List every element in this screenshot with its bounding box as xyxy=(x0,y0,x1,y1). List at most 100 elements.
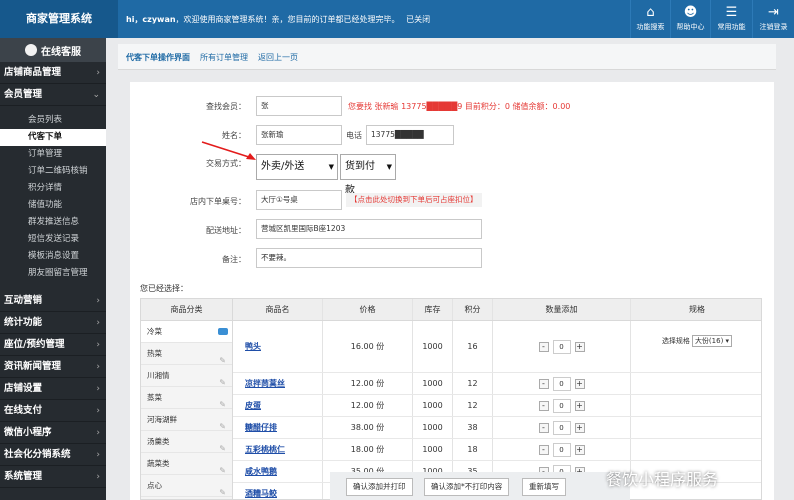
stock-cell: 1000 xyxy=(413,321,453,372)
common-functions-button[interactable]: ☰ 常用功能 xyxy=(710,0,752,38)
logout-button[interactable]: ⇥ 注销登录 xyxy=(752,0,794,38)
category-label: 河海湖鲜 xyxy=(147,415,177,424)
category-item[interactable]: 蒸菜 ✎ xyxy=(141,387,232,409)
close-link[interactable]: 已关闭 xyxy=(406,15,430,24)
chevron-right-icon: › xyxy=(96,318,100,328)
qty-cell: -0+ xyxy=(493,395,631,416)
sidebar-group-stats[interactable]: 统计功能 › xyxy=(0,312,106,334)
sidebar-item-points[interactable]: 积分详情 xyxy=(0,180,106,197)
category-item[interactable]: 热菜 ✎ xyxy=(141,343,232,365)
spec-select[interactable]: 大份(16) ▾ xyxy=(691,335,733,347)
sidebar-group-label: 座位/预约管理 xyxy=(4,339,65,350)
sidebar-group-system[interactable]: 系统管理 › xyxy=(0,466,106,488)
product-link[interactable]: 咸水鸭鹅 xyxy=(245,466,277,477)
address-input[interactable]: 营城区凯里国际B座1203 xyxy=(256,219,482,239)
note-input[interactable]: 不要辣。 xyxy=(256,248,482,268)
sidebar-item-moments[interactable]: 朋友圈留言管理 xyxy=(0,265,106,282)
product-name-cell: 凉拌茼蒿丝 xyxy=(233,373,323,394)
sidebar-group-shop-products[interactable]: 店铺商品管理 › xyxy=(0,62,106,84)
online-service-label: 在线客服 xyxy=(41,46,81,58)
sidebar-group-shop-settings[interactable]: 店铺设置 › xyxy=(0,378,106,400)
trade-type-select[interactable]: 外卖/外送 ▼ xyxy=(256,154,338,180)
sidebar-group-miniprogram[interactable]: 微信小程序 › xyxy=(0,422,106,444)
sidebar-group-seats[interactable]: 座位/预约管理 › xyxy=(0,334,106,356)
sidebar-group-label: 互动营销 xyxy=(4,295,43,306)
product-link[interactable]: 鸭头 xyxy=(245,341,261,352)
category-item[interactable]: 点心 ✎ xyxy=(141,475,232,497)
minus-button[interactable]: - xyxy=(538,400,549,411)
sidebar-group-label: 统计功能 xyxy=(4,317,43,328)
tab-all-orders[interactable]: 所有订单管理 xyxy=(200,52,248,63)
col-stock-header: 库存 xyxy=(413,299,453,320)
category-label: 汤羹类 xyxy=(147,437,170,446)
category-item[interactable]: 蔬菜类 ✎ xyxy=(141,453,232,475)
plus-button[interactable]: + xyxy=(574,378,585,389)
category-item[interactable]: 川湘情 ✎ xyxy=(141,365,232,387)
plus-button[interactable]: + xyxy=(574,400,585,411)
table-number-input[interactable]: 大厅①号桌 xyxy=(256,190,342,210)
table-number-label: 店内下单桌号： xyxy=(190,197,246,206)
plus-button[interactable]: + xyxy=(574,341,585,352)
minus-button[interactable]: - xyxy=(538,422,549,433)
minus-button[interactable]: - xyxy=(538,444,549,455)
category-item[interactable]: 冷菜 xyxy=(141,321,232,343)
tab-back[interactable]: 返回上一页 xyxy=(258,52,298,63)
search-member-input[interactable]: 张 xyxy=(256,96,342,116)
sidebar-item-stored-value[interactable]: 储值功能 xyxy=(0,197,106,214)
welcome-text: ，欢迎使用商家管理系统！亲，您目前的订单都已经处理完毕。 xyxy=(175,15,400,24)
welcome-user: hi，czywan xyxy=(126,15,176,24)
table-row: 鸭头 16.00 份 1000 16 -0 + 选择规格 大份(16) ▾ xyxy=(233,321,761,373)
tab-place-order[interactable]: 代客下单操作界面 xyxy=(126,52,190,63)
spec-cell xyxy=(631,395,761,416)
quantity-input[interactable]: 0 xyxy=(552,398,571,413)
quantity-input[interactable]: 0 xyxy=(552,420,571,435)
product-link[interactable]: 凉拌茼蒿丝 xyxy=(245,378,285,389)
sidebar-group-payment[interactable]: 在线支付 › xyxy=(0,400,106,422)
sidebar-group-news[interactable]: 资讯新闻管理 › xyxy=(0,356,106,378)
sidebar-item-template-msg[interactable]: 模板消息设置 xyxy=(0,248,106,265)
category-item[interactable]: 河海湖鲜 ✎ xyxy=(141,409,232,431)
sidebar-item-mass-push[interactable]: 群发推送信息 xyxy=(0,214,106,231)
sidebar-item-place-order[interactable]: 代客下单 xyxy=(0,129,106,146)
sidebar-item-sms-log[interactable]: 短信发送记录 xyxy=(0,231,106,248)
sidebar-item-member-list[interactable]: 会员列表 xyxy=(0,112,106,129)
confirm-no-print-button[interactable]: 确认添加*不打印内容 xyxy=(424,478,510,496)
online-service[interactable]: 在线客服 xyxy=(0,38,106,62)
quantity-input[interactable]: 0 xyxy=(552,442,571,457)
plus-button[interactable]: + xyxy=(574,444,585,455)
minus-button[interactable]: - xyxy=(538,341,549,352)
edit-icon: ✎ xyxy=(219,488,226,497)
product-link[interactable]: 五彩桃桃仁 xyxy=(245,444,285,455)
table-number-hint[interactable]: 【点击此处切换到下单后可占座扣位】 xyxy=(346,193,482,207)
help-center-label: 帮助中心 xyxy=(676,23,705,31)
spec-cell xyxy=(631,417,761,438)
red-arrow-annotation xyxy=(201,141,256,160)
chevron-right-icon: › xyxy=(96,406,100,416)
sidebar-group-marketing[interactable]: 互动营销 › xyxy=(0,290,106,312)
chevron-down-icon: ⌄ xyxy=(92,90,100,100)
plus-button[interactable]: + xyxy=(574,422,585,433)
common-functions-label: 常用功能 xyxy=(717,23,746,31)
quantity-input[interactable]: 0 xyxy=(552,339,571,354)
help-center-button[interactable]: ☻ 帮助中心 xyxy=(670,0,710,38)
function-search-button[interactable]: ⌂ 功能搜索 xyxy=(630,0,670,38)
sidebar-group-label: 店铺商品管理 xyxy=(4,67,62,78)
sidebar-gutter xyxy=(106,38,118,500)
stock-cell: 1000 xyxy=(413,373,453,394)
stock-cell: 1000 xyxy=(413,417,453,438)
reset-button[interactable]: 重新填写 xyxy=(522,478,566,496)
confirm-print-button[interactable]: 确认添加并打印 xyxy=(346,478,413,496)
quantity-input[interactable]: 0 xyxy=(552,376,571,391)
product-link[interactable]: 酒糟马鲛 xyxy=(245,488,277,499)
product-link[interactable]: 糖醋仔排 xyxy=(245,422,277,433)
minus-button[interactable]: - xyxy=(538,378,549,389)
sidebar-item-orders[interactable]: 订单管理 xyxy=(0,146,106,163)
sidebar-group-distribution[interactable]: 社会化分销系统 › xyxy=(0,444,106,466)
payment-select[interactable]: 货到付款 ▼ xyxy=(340,154,396,196)
sidebar-item-qr-verify[interactable]: 订单二维码核销 xyxy=(0,163,106,180)
sidebar-group-members[interactable]: 会员管理 ⌄ xyxy=(0,84,106,106)
phone-input[interactable]: 13775█████ xyxy=(366,125,454,145)
category-item[interactable]: 汤羹类 ✎ xyxy=(141,431,232,453)
product-link[interactable]: 皮蛋 xyxy=(245,400,261,411)
sidebar-group-label: 资讯新闻管理 xyxy=(4,361,62,372)
